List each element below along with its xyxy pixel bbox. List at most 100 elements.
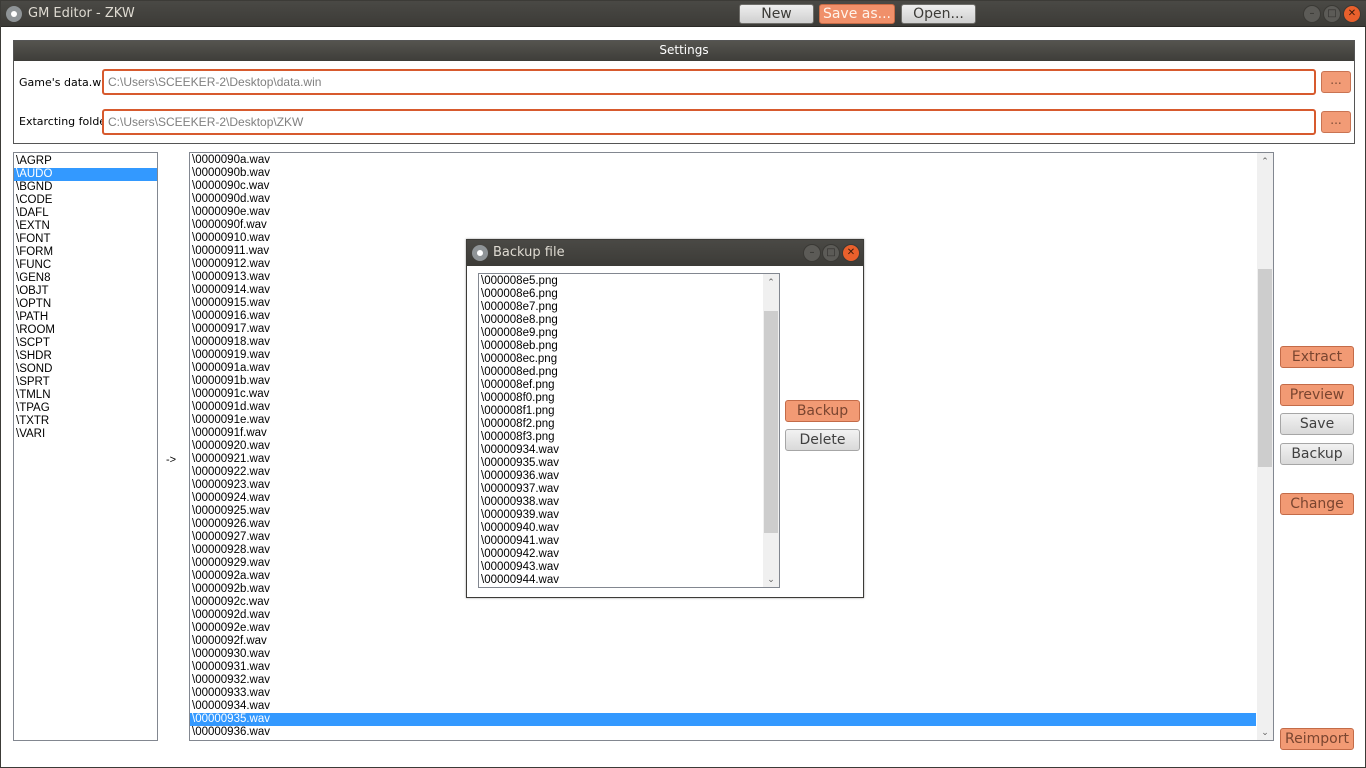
chunk-list-item[interactable]: \FORM xyxy=(14,246,157,259)
arrow-label: -> xyxy=(166,454,177,466)
backup-list-item[interactable]: \00000935.wav xyxy=(479,457,763,470)
file-list-item[interactable]: \0000090d.wav xyxy=(190,193,1256,206)
backup-list-item[interactable]: \00000937.wav xyxy=(479,483,763,496)
backup-list-item[interactable]: \000008ef.png xyxy=(479,379,763,392)
backup-scroll-down-icon[interactable]: ⌄ xyxy=(763,571,779,587)
backup-list-item[interactable]: \00000936.wav xyxy=(479,470,763,483)
backup-list-item[interactable]: \00000944.wav xyxy=(479,574,763,587)
backup-list-item[interactable]: \000008f1.png xyxy=(479,405,763,418)
chunk-list-item[interactable]: \OBJT xyxy=(14,285,157,298)
dialog-title: Backup file xyxy=(493,245,565,260)
chunk-list-item[interactable]: \SHDR xyxy=(14,350,157,363)
chunk-list[interactable]: \AGRP \AUDO \BGND \CODE \DAFL \EXTN \FONT \FORM… xyxy=(13,152,158,741)
dialog-backup-button[interactable]: Backup xyxy=(785,400,860,422)
scroll-up-icon[interactable]: ⌃ xyxy=(1257,153,1273,169)
dialog-maximize-icon[interactable]: □ xyxy=(822,244,840,262)
backup-scroll-up-icon[interactable]: ⌃ xyxy=(763,274,779,290)
backup-list-item[interactable]: \000008f0.png xyxy=(479,392,763,405)
file-list-item[interactable]: \00000931.wav xyxy=(190,661,1256,674)
file-list-item[interactable]: \00000934.wav xyxy=(190,700,1256,713)
chunk-list-item[interactable]: \CODE xyxy=(14,194,157,207)
new-button[interactable]: New xyxy=(739,4,814,24)
dialog-delete-button[interactable]: Delete xyxy=(785,429,860,451)
chunk-list-item[interactable]: \PATH xyxy=(14,311,157,324)
backup-scroll-thumb[interactable] xyxy=(764,311,778,533)
close-icon[interactable]: ✕ xyxy=(1343,5,1361,23)
preview-button[interactable]: Preview xyxy=(1280,384,1354,406)
file-list-item[interactable]: \00000933.wav xyxy=(190,687,1256,700)
file-list-item[interactable]: \0000092e.wav xyxy=(190,622,1256,635)
app-icon xyxy=(6,6,22,22)
dialog-app-icon xyxy=(472,245,488,261)
backup-list-item[interactable]: \000008e6.png xyxy=(479,288,763,301)
minimize-icon[interactable]: – xyxy=(1303,5,1321,23)
scroll-thumb[interactable] xyxy=(1258,269,1272,467)
backup-list-item[interactable]: \00000938.wav xyxy=(479,496,763,509)
backup-list-item[interactable]: \000008eb.png xyxy=(479,340,763,353)
backup-list-item[interactable]: \000008ec.png xyxy=(479,353,763,366)
data-win-input[interactable]: C:\Users\SCEEKER-2\Desktop\data.win xyxy=(102,69,1316,95)
chunk-list-item[interactable]: \TXTR xyxy=(14,415,157,428)
backup-list[interactable]: \000008e5.png \000008e6.png \000008e7.png \… xyxy=(479,275,763,587)
chunk-list-item[interactable]: \SOND xyxy=(14,363,157,376)
open-button[interactable]: Open... xyxy=(901,4,976,24)
chunk-list-item[interactable]: \GEN8 xyxy=(14,272,157,285)
save-as-button[interactable]: Save as... xyxy=(819,4,895,24)
file-list-item[interactable]: \00000932.wav xyxy=(190,674,1256,687)
backup-list-item[interactable]: \00000942.wav xyxy=(479,548,763,561)
backup-button[interactable]: Backup xyxy=(1280,443,1354,465)
scroll-down-icon[interactable]: ⌄ xyxy=(1257,724,1273,740)
reimport-button[interactable]: Reimport xyxy=(1280,728,1354,750)
file-list-item[interactable]: \0000090f.wav xyxy=(190,219,1256,232)
chunk-list-item[interactable]: \OPTN xyxy=(14,298,157,311)
backup-file-dialog: Backup file – □ ✕ \000008e5.png \000008e6… xyxy=(466,239,864,598)
backup-list-item[interactable]: \00000939.wav xyxy=(479,509,763,522)
chunk-list-item[interactable]: \AGRP xyxy=(14,155,157,168)
backup-list-scrollbar[interactable]: ⌃ ⌄ xyxy=(763,274,779,587)
chunk-list-item[interactable]: \FUNC xyxy=(14,259,157,272)
chunk-list-item[interactable]: \TPAG xyxy=(14,402,157,415)
backup-list-item[interactable]: \000008f2.png xyxy=(479,418,763,431)
chunk-list-item[interactable]: \SPRT xyxy=(14,376,157,389)
backup-list-item[interactable]: \000008e9.png xyxy=(479,327,763,340)
chunk-list-item[interactable]: \DAFL xyxy=(14,207,157,220)
file-list-item[interactable]: \00000935.wav xyxy=(190,713,1256,726)
extract-folder-input[interactable]: C:\Users\SCEEKER-2\Desktop\ZKW xyxy=(102,109,1316,135)
dialog-minimize-icon[interactable]: – xyxy=(803,244,821,262)
dialog-title-bar: Backup file – □ ✕ xyxy=(467,240,863,266)
settings-header: Settings xyxy=(14,41,1354,61)
file-list-item[interactable]: \0000090e.wav xyxy=(190,206,1256,219)
change-button[interactable]: Change xyxy=(1280,493,1354,515)
save-button[interactable]: Save xyxy=(1280,413,1354,435)
backup-list-item[interactable]: \00000941.wav xyxy=(479,535,763,548)
chunk-list-item[interactable]: \SCPT xyxy=(14,337,157,350)
maximize-icon[interactable]: □ xyxy=(1323,5,1341,23)
chunk-list-item[interactable]: \BGND xyxy=(14,181,157,194)
chunk-list-item[interactable]: \EXTN xyxy=(14,220,157,233)
file-list-item[interactable]: \00000930.wav xyxy=(190,648,1256,661)
chunk-list-item[interactable]: \ROOM xyxy=(14,324,157,337)
file-list-item[interactable]: \0000092f.wav xyxy=(190,635,1256,648)
chunk-list-item[interactable]: \TMLN xyxy=(14,389,157,402)
backup-list-item[interactable]: \000008e8.png xyxy=(479,314,763,327)
browse-data-win-button[interactable]: ... xyxy=(1321,71,1351,93)
file-list-item[interactable]: \0000090c.wav xyxy=(190,180,1256,193)
backup-list-item[interactable]: \00000943.wav xyxy=(479,561,763,574)
file-list-item[interactable]: \0000090b.wav xyxy=(190,167,1256,180)
browse-extract-folder-button[interactable]: ... xyxy=(1321,111,1351,133)
backup-list-item[interactable]: \000008e7.png xyxy=(479,301,763,314)
backup-list-item[interactable]: \00000940.wav xyxy=(479,522,763,535)
backup-list-item[interactable]: \000008ed.png xyxy=(479,366,763,379)
backup-list-item[interactable]: \00000934.wav xyxy=(479,444,763,457)
file-list-item[interactable]: \0000092d.wav xyxy=(190,609,1256,622)
chunk-list-item[interactable]: \FONT xyxy=(14,233,157,246)
chunk-list-item[interactable]: \VARI xyxy=(14,428,157,441)
extract-button[interactable]: Extract xyxy=(1280,346,1354,368)
backup-list-item[interactable]: \000008e5.png xyxy=(479,275,763,288)
dialog-close-icon[interactable]: ✕ xyxy=(842,244,860,262)
file-list-item[interactable]: \0000090a.wav xyxy=(190,154,1256,167)
chunk-list-item[interactable]: \AUDO xyxy=(14,168,157,181)
file-list-scrollbar[interactable]: ⌃ ⌄ xyxy=(1257,153,1273,740)
backup-list-item[interactable]: \000008f3.png xyxy=(479,431,763,444)
file-list-item[interactable]: \00000936.wav xyxy=(190,726,1256,739)
